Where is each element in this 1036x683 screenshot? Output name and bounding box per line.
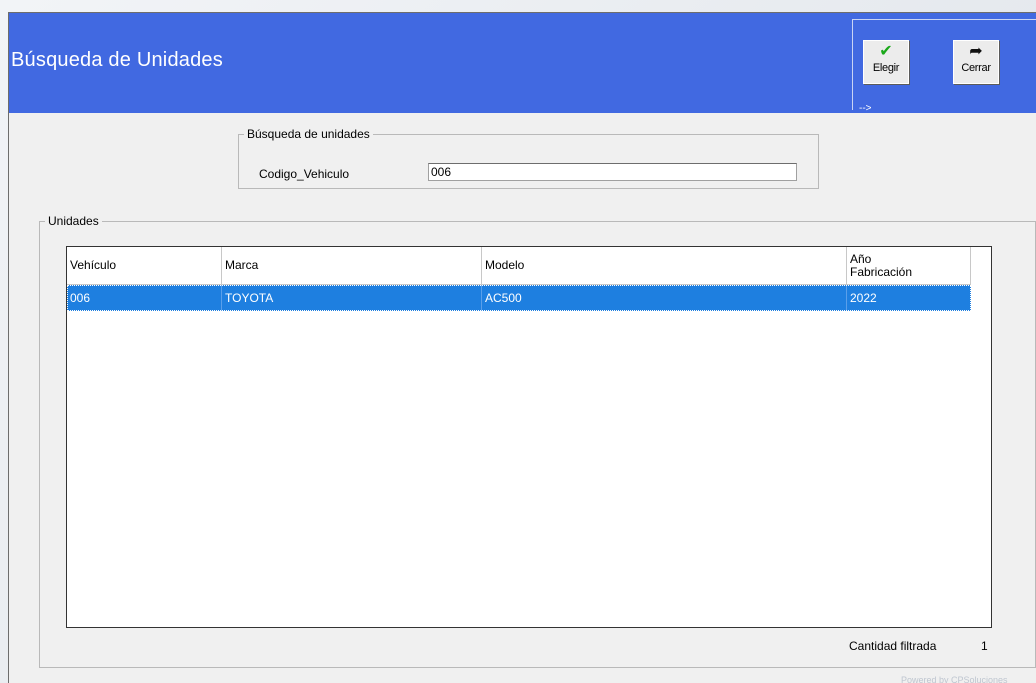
grid-header: Vehículo Marca Modelo Año Fabricación <box>67 247 971 285</box>
column-header-modelo[interactable]: Modelo <box>482 247 847 285</box>
codigo-vehiculo-label: Codigo_Vehiculo <box>259 167 350 181</box>
check-icon: ✔ <box>879 43 893 60</box>
search-group-legend: Búsqueda de unidades <box>247 127 370 141</box>
codigo-vehiculo-input[interactable] <box>428 163 797 181</box>
unidades-search-window: Búsqueda de Unidades ✔ Elegir ➦ Cerrar -… <box>8 12 1036 683</box>
cerrar-button[interactable]: ➦ Cerrar <box>953 40 999 84</box>
elegir-button[interactable]: ✔ Elegir <box>863 40 909 84</box>
cell-anio: 2022 <box>850 291 877 305</box>
cell-vehiculo: 006 <box>67 285 222 311</box>
column-header-marca[interactable]: Marca <box>222 247 482 285</box>
panel-arrow-text: --> <box>859 103 872 114</box>
column-header-vehiculo[interactable]: Vehículo <box>67 247 222 285</box>
table-row[interactable]: 006 TOYOTA AC500 2022 <box>67 285 971 311</box>
cell-marca: TOYOTA <box>222 285 482 311</box>
search-group: Búsqueda de unidades Codigo_Vehiculo <box>238 127 819 189</box>
column-header-anio-fabricacion[interactable]: Año Fabricación <box>847 247 971 285</box>
cell-modelo: AC500 <box>482 285 847 311</box>
share-arrow-icon: ➦ <box>969 43 983 60</box>
count-label: Cantidad filtrada <box>849 639 937 653</box>
window-header: Búsqueda de Unidades ✔ Elegir ➦ Cerrar -… <box>9 13 1036 114</box>
cerrar-button-label: Cerrar <box>961 62 991 74</box>
toolbar-panel: ✔ Elegir ➦ Cerrar --> <box>852 19 1036 114</box>
count-value: 1 <box>981 639 988 653</box>
window-title: Búsqueda de Unidades <box>11 49 223 71</box>
elegir-button-label: Elegir <box>872 62 900 74</box>
unidades-grid[interactable]: Vehículo Marca Modelo Año Fabricación 00… <box>66 246 992 628</box>
unidades-group-legend: Unidades <box>48 214 99 228</box>
